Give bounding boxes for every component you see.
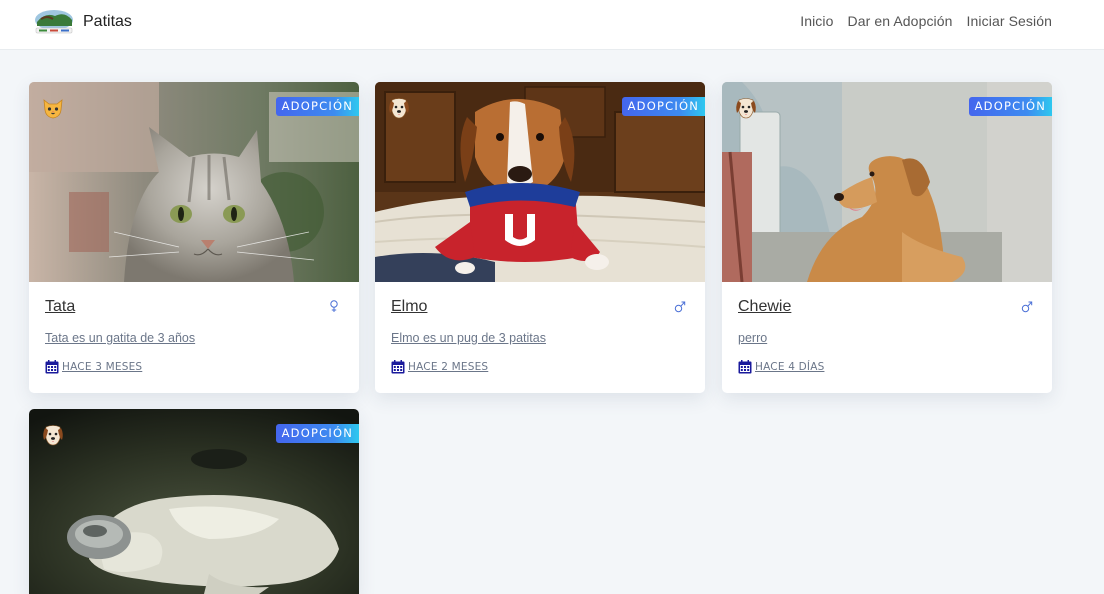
date-text: HACE 2 MESES (408, 361, 489, 373)
brand-link[interactable]: Patitas (33, 6, 132, 38)
dog-face-icon (389, 98, 409, 119)
pet-photo[interactable]: ADOPCIÓN (722, 82, 1052, 282)
adoption-badge: ADOPCIÓN (621, 97, 705, 116)
pet-name-link[interactable]: Chewie (738, 298, 791, 316)
pet-date: HACE 4 DÍAS (738, 360, 824, 374)
pet-description-link[interactable]: Tata es un gatita de 3 años (45, 331, 195, 345)
male-sign-icon (674, 301, 686, 313)
pet-photo[interactable]: ADOPCIÓN (375, 82, 705, 282)
calendar-icon (45, 360, 59, 374)
pet-name-link[interactable]: Elmo (391, 298, 427, 316)
pet-name-link[interactable]: Tata (45, 298, 75, 316)
adoption-badge: ADOPCIÓN (275, 97, 359, 116)
pet-card[interactable]: ADOPCIÓN (29, 409, 359, 594)
cat-face-icon (43, 99, 63, 119)
dog-face-icon (736, 98, 756, 119)
calendar-icon (738, 360, 752, 374)
dog-face-icon (43, 425, 63, 446)
nav-link-dar-en-adopcion[interactable]: Dar en Adopción (848, 13, 953, 29)
pet-date: HACE 2 MESES (391, 360, 488, 374)
pet-card[interactable]: ADOPCIÓN Tata Tata es un gatita de 3 año… (29, 82, 359, 393)
pet-photo[interactable]: ADOPCIÓN (29, 409, 359, 594)
pet-date: HACE 3 MESES (45, 360, 142, 374)
brand-name: Patitas (83, 13, 132, 30)
adoption-badge: ADOPCIÓN (968, 97, 1052, 116)
pet-card[interactable]: ADOPCIÓN Chewie perro HACE 4 DÍAS (722, 82, 1052, 393)
date-text: HACE 3 MESES (62, 361, 143, 373)
male-sign-icon (1021, 301, 1033, 313)
adoption-badge: ADOPCIÓN (275, 424, 359, 443)
calendar-icon (391, 360, 405, 374)
pet-photo[interactable]: ADOPCIÓN (29, 82, 359, 282)
brand-logo-icon (35, 10, 73, 34)
nav-link-inicio[interactable]: Inicio (800, 13, 833, 29)
female-sign-icon (330, 300, 338, 312)
pet-card[interactable]: ADOPCIÓN Elmo Elmo es un pug de 3 patita… (375, 82, 705, 393)
top-navbar: Patitas Inicio Dar en Adopción Iniciar S… (0, 0, 1104, 50)
pet-description-link[interactable]: Elmo es un pug de 3 patitas (391, 331, 546, 345)
pet-description-link[interactable]: perro (738, 331, 767, 345)
nav-links: Inicio Dar en Adopción Iniciar Sesión (800, 13, 1052, 29)
nav-link-iniciar-sesion[interactable]: Iniciar Sesión (967, 13, 1052, 29)
date-text: HACE 4 DÍAS (755, 361, 825, 373)
